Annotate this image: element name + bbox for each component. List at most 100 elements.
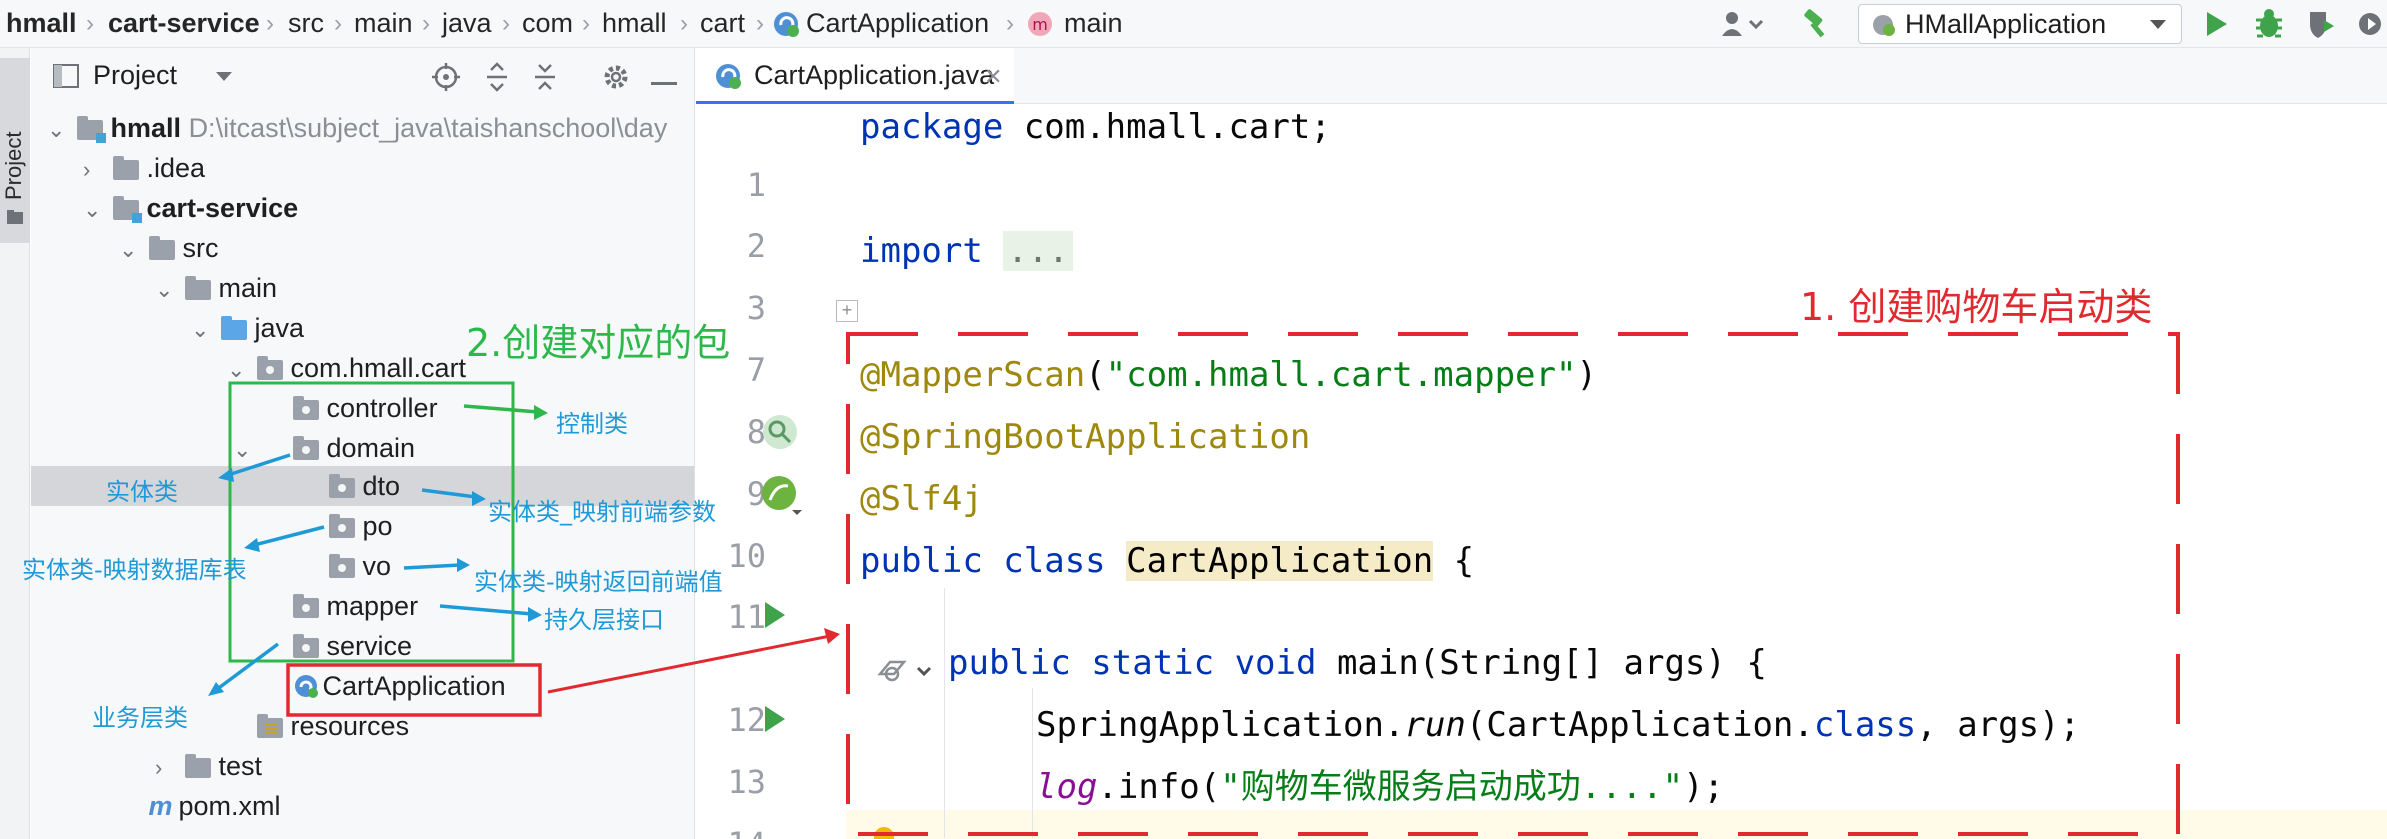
debug-icon[interactable] xyxy=(2254,8,2284,45)
user-icon[interactable] xyxy=(1720,10,1764,43)
more-run-icon[interactable] xyxy=(2358,10,2386,43)
code-token: (CartApplication. xyxy=(1465,705,1814,745)
tree-item-cartapplication[interactable]: CartApplication xyxy=(263,666,506,706)
run-icon[interactable] xyxy=(762,600,788,635)
tab-cartapplication-java[interactable]: CartApplication.java ✕ xyxy=(696,48,1014,104)
build-hammer-icon[interactable] xyxy=(1800,8,1832,45)
project-tool-tab[interactable]: Project xyxy=(0,58,30,243)
breadcrumb-main[interactable]: main xyxy=(354,8,413,38)
breadcrumb-src[interactable]: src xyxy=(288,8,324,38)
tree-label: CartApplication xyxy=(322,671,506,701)
package-icon xyxy=(328,474,355,498)
chevron-down-icon: ⌄ xyxy=(227,357,246,382)
code-token: CartApplication xyxy=(1126,541,1434,581)
chevron-down-icon: ⌄ xyxy=(155,277,174,302)
locate-icon[interactable] xyxy=(431,62,461,97)
tree-item-test[interactable]: › test xyxy=(155,746,262,786)
tree-item-mapper[interactable]: mapper xyxy=(263,586,418,626)
code-line-13[interactable]: SpringApplication.run(CartApplication.cl… xyxy=(1036,704,2080,746)
folded-imports[interactable]: ... xyxy=(1003,231,1073,271)
tree-item-cart-service[interactable]: ⌄ cart-service xyxy=(83,188,298,228)
breadcrumb-separator: › xyxy=(334,10,342,37)
code-line-9[interactable]: @SpringBootApplication xyxy=(860,416,1310,458)
breadcrumb-separator: › xyxy=(422,10,430,37)
code-line-8[interactable]: @MapperScan("com.hmall.cart.mapper") xyxy=(860,354,1597,396)
code-token: , args); xyxy=(1916,705,2081,745)
code-line-12[interactable]: public static void main(String[] args) { xyxy=(948,642,1767,684)
indent-guide xyxy=(944,588,945,838)
breadcrumb-hmall-pkg[interactable]: hmall xyxy=(602,8,667,38)
run-config-selector[interactable]: HMallApplication xyxy=(1858,4,2182,44)
code-line-14[interactable]: log.info("购物车微服务启动成功...."); xyxy=(1036,766,1724,808)
line-number: 12 xyxy=(727,701,766,739)
current-line-highlight xyxy=(696,810,2387,839)
fold-expand-icon[interactable]: + xyxy=(836,300,858,322)
tree-item-dto[interactable]: dto xyxy=(299,466,400,506)
coverage-icon[interactable] xyxy=(2306,8,2336,45)
breadcrumb-main-method[interactable]: main xyxy=(1064,8,1123,38)
maven-icon: m xyxy=(148,791,173,821)
tree-item-main[interactable]: ⌄ main xyxy=(155,268,277,308)
tree-item-service[interactable]: service xyxy=(263,626,412,666)
code-token: "购物车微服务启动成功...." xyxy=(1220,767,1684,807)
breadcrumb-cartapplication[interactable]: CartApplication xyxy=(806,8,989,38)
breadcrumb-separator: › xyxy=(1006,10,1014,37)
code-line-1[interactable]: package com.hmall.cart; xyxy=(860,106,1331,148)
auto-config-icon[interactable] xyxy=(876,656,936,693)
run-icon[interactable] xyxy=(762,704,788,739)
tree-item-idea[interactable]: › .idea xyxy=(83,148,205,188)
breadcrumb-separator: › xyxy=(502,10,510,37)
tree-item-resources[interactable]: resources xyxy=(227,706,409,746)
folder-icon xyxy=(6,208,24,231)
package-icon xyxy=(256,356,283,380)
hide-panel-icon[interactable] xyxy=(651,74,677,92)
folder-icon xyxy=(148,236,175,260)
spring-boot-gutter-icon[interactable] xyxy=(760,474,804,523)
tree-item-po[interactable]: po xyxy=(299,506,393,546)
tree-item-hmall[interactable]: ⌄ hmall D:\itcast\subject_java\taishansc… xyxy=(47,108,667,148)
annotation-dto: 实体类_映射前端参数 xyxy=(488,498,716,526)
tree-item-vo[interactable]: vo xyxy=(299,546,391,586)
code-token: log xyxy=(1036,767,1098,807)
tree-item-controller[interactable]: controller xyxy=(263,388,438,428)
breadcrumb-com[interactable]: com xyxy=(522,8,573,38)
tool-window-strip: Project xyxy=(0,48,30,839)
line-number: 8 xyxy=(746,413,766,451)
tree-item-com-hmall-cart[interactable]: ⌄ com.hmall.cart xyxy=(227,348,466,388)
breadcrumb-java[interactable]: java xyxy=(442,8,492,38)
chevron-right-icon: › xyxy=(83,157,91,182)
code-line-10[interactable]: @Slf4j xyxy=(860,478,983,520)
indent-guide xyxy=(1032,688,1033,838)
close-icon[interactable]: ✕ xyxy=(984,64,1002,90)
code-line-11[interactable]: public class CartApplication { xyxy=(860,540,1474,582)
chevron-down-icon: ⌄ xyxy=(191,317,210,342)
annotation-po: 实体类-映射数据库表 xyxy=(22,556,247,584)
line-number: 2 xyxy=(746,227,766,265)
annotation-vo: 实体类-映射返回前端值 xyxy=(474,568,723,596)
code-line-3[interactable]: import ... xyxy=(860,230,1073,272)
expand-all-icon[interactable] xyxy=(483,62,511,97)
gear-icon[interactable] xyxy=(601,62,631,97)
code-token: package xyxy=(860,107,1004,147)
chevron-down-icon[interactable] xyxy=(215,70,233,88)
breadcrumb-cart[interactable]: cart xyxy=(700,8,745,38)
project-panel-title[interactable]: Project xyxy=(93,60,177,90)
breadcrumb-separator: › xyxy=(756,10,764,37)
breadcrumb-cart-service[interactable]: cart-service xyxy=(108,8,260,38)
collapse-all-icon[interactable] xyxy=(531,62,559,97)
code-token: @MapperScan xyxy=(860,355,1086,395)
breadcrumb-hmall[interactable]: hmall xyxy=(6,8,77,38)
folder-icon xyxy=(184,754,211,778)
module-folder-icon xyxy=(76,116,106,143)
tree-item-domain[interactable]: ⌄ domain xyxy=(233,428,415,468)
run-icon[interactable] xyxy=(2204,10,2230,43)
chevron-right-icon: › xyxy=(155,755,163,780)
tree-item-pom[interactable]: m pom.xml xyxy=(119,786,281,826)
tree-item-src[interactable]: ⌄ src xyxy=(119,228,219,268)
lightbulb-icon[interactable] xyxy=(870,824,898,839)
breadcrumb-separator: › xyxy=(680,10,688,37)
code-token: public class xyxy=(860,541,1106,581)
tree-item-java[interactable]: ⌄ java xyxy=(191,308,304,348)
navigation-bar: hmall › cart-service › src › main › java… xyxy=(0,0,2387,48)
bean-scan-icon[interactable] xyxy=(760,412,800,457)
